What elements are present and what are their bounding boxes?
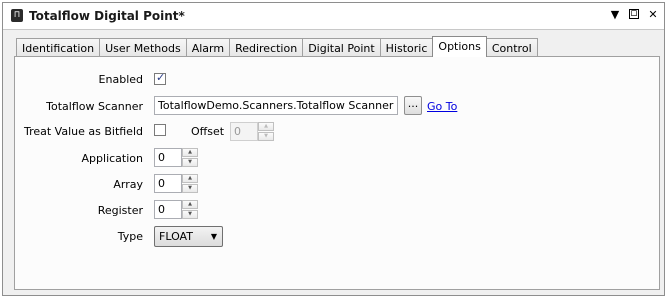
close-icon[interactable]: ✕: [648, 8, 658, 21]
tab-digital-point[interactable]: Digital Point: [302, 38, 381, 57]
bitfield-checkbox[interactable]: [154, 124, 166, 136]
browse-button[interactable]: ...: [404, 96, 422, 115]
maximize-icon[interactable]: ▫: [629, 7, 639, 19]
array-stepper[interactable]: ▲ ▼: [182, 174, 198, 193]
title-bar: ⊓ Totalflow Digital Point* ▼ ▫ ✕: [3, 3, 664, 30]
scanner-label: Totalflow Scanner: [46, 100, 143, 113]
register-label: Register: [97, 204, 143, 217]
type-label: Type: [117, 230, 143, 243]
array-field[interactable]: 0: [154, 174, 182, 193]
tab-historic[interactable]: Historic: [379, 38, 434, 57]
scanner-field[interactable]: TotalflowDemo.Scanners.Totalflow Scanner: [154, 96, 398, 115]
tab-options[interactable]: Options: [432, 36, 487, 57]
tab-redirection[interactable]: Redirection: [229, 38, 304, 57]
document-window: ⊓ Totalflow Digital Point* ▼ ▫ ✕ Identif…: [2, 2, 665, 296]
enabled-label: Enabled: [98, 73, 143, 86]
spin-down-icon[interactable]: ▼: [182, 158, 198, 167]
type-select-value: FLOAT: [159, 230, 193, 243]
offset-label: Offset: [191, 125, 225, 138]
options-panel: Enabled ✓ Totalflow Scanner TotalflowDem…: [14, 56, 660, 290]
tab-control[interactable]: Control: [485, 38, 538, 57]
bitfield-label: Treat Value as Bitfield: [23, 125, 143, 138]
offset-stepper: ▲ ▼: [258, 122, 274, 141]
checkmark-icon: ✓: [156, 71, 166, 84]
type-select[interactable]: FLOAT ▼: [154, 226, 223, 247]
tab-user-methods[interactable]: User Methods: [99, 38, 187, 57]
go-to-link[interactable]: Go To: [427, 100, 457, 113]
spin-up-icon: ▲: [258, 122, 274, 131]
tab-identification[interactable]: Identification: [16, 38, 101, 57]
spin-down-icon: ▼: [258, 132, 274, 141]
application-stepper[interactable]: ▲ ▼: [182, 148, 198, 167]
enabled-checkbox[interactable]: ✓: [154, 71, 166, 85]
spin-up-icon[interactable]: ▲: [182, 148, 198, 157]
tab-alarm[interactable]: Alarm: [185, 38, 231, 57]
offset-field: 0: [230, 122, 258, 141]
array-label: Array: [113, 178, 143, 191]
window-menu-dropdown-icon[interactable]: ▼: [610, 8, 620, 21]
chevron-down-icon: ▼: [210, 232, 217, 241]
window-title: Totalflow Digital Point*: [29, 9, 185, 23]
register-field[interactable]: 0: [154, 200, 182, 219]
application-field[interactable]: 0: [154, 148, 182, 167]
spin-down-icon[interactable]: ▼: [182, 210, 198, 219]
application-label: Application: [81, 152, 143, 165]
tab-strip: Identification User Methods Alarm Redire…: [16, 36, 538, 57]
spin-up-icon[interactable]: ▲: [182, 200, 198, 209]
register-stepper[interactable]: ▲ ▼: [182, 200, 198, 219]
spin-up-icon[interactable]: ▲: [182, 174, 198, 183]
spin-down-icon[interactable]: ▼: [182, 184, 198, 193]
digital-point-icon: ⊓: [11, 9, 23, 22]
window-controls: ▼ ▫ ✕: [610, 7, 658, 21]
